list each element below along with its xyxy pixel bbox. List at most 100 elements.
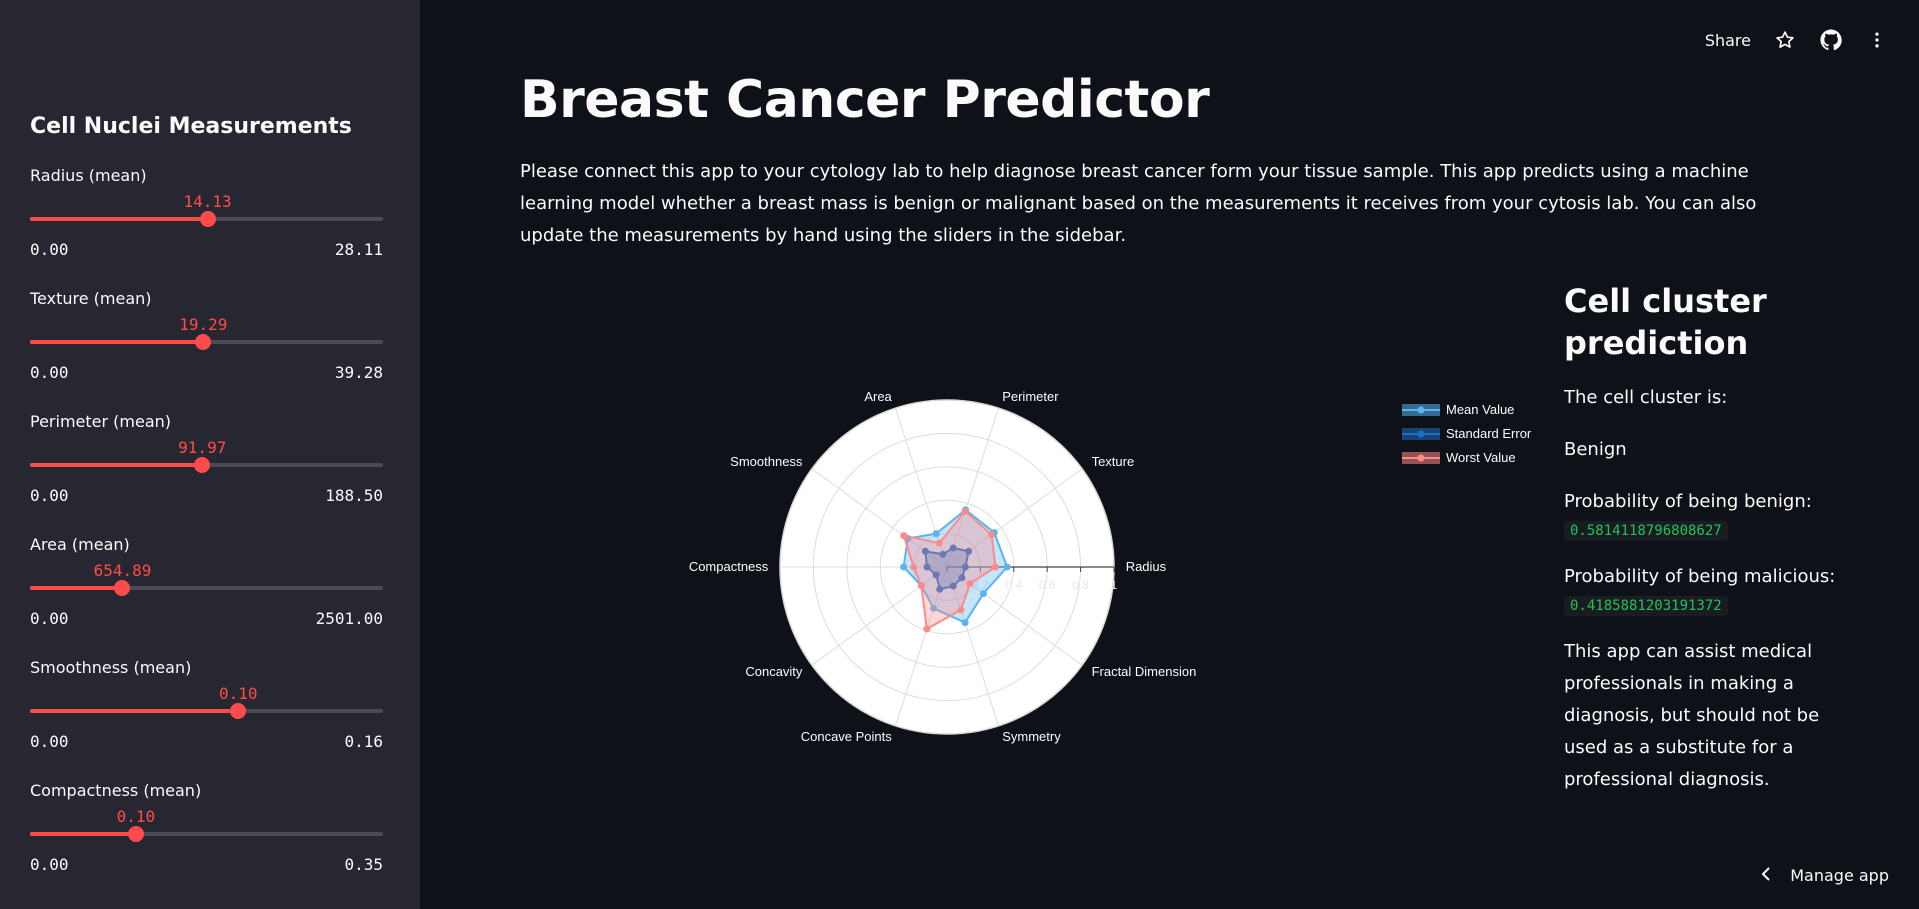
slider-label: Texture (mean) — [30, 289, 152, 308]
slider-label: Compactness (mean) — [30, 781, 202, 800]
legend-marker — [1417, 406, 1425, 414]
radar-chart: 0 0.2 0.4 0.6 0.8 1RadiusTexturePerimeterArea… — [689, 389, 1532, 744]
chevron-left-icon — [1760, 866, 1772, 885]
slider-max: 0.35 — [344, 855, 383, 874]
radar-series-point — [966, 580, 974, 588]
slider-thumb[interactable] — [114, 580, 131, 596]
slider-value: 19.29 — [179, 315, 228, 334]
sidebar: Cell Nuclei Measurements Radius (mean) 14… — [0, 0, 420, 909]
legend-label: Worst Value — [1446, 450, 1516, 465]
slider[interactable]: Perimeter (mean) 91.97 0.00 188.50 — [30, 412, 383, 522]
slider-thumb[interactable] — [199, 211, 216, 227]
manage-app-label: Manage app — [1790, 866, 1889, 885]
prediction-panel: Cell cluster prediction The cell cluster… — [1564, 280, 1844, 796]
slider-track[interactable] — [30, 211, 383, 227]
slider-min: 0.00 — [30, 732, 69, 751]
radar-category-label: Area — [864, 389, 892, 404]
slider-label: Smoothness (mean) — [30, 658, 192, 677]
slider-min: 0.00 — [30, 240, 69, 259]
slider-track[interactable] — [30, 826, 383, 842]
slider-value: 91.97 — [178, 438, 227, 457]
manage-app-button[interactable]: Manage app — [1760, 866, 1889, 885]
radar-series-point — [979, 590, 987, 598]
slider-label: Area (mean) — [30, 535, 130, 554]
radar-series-point — [917, 582, 925, 590]
github-icon[interactable] — [1819, 28, 1843, 52]
benign-probability-value: 0.5814118796808627 — [1564, 521, 1728, 541]
star-icon[interactable] — [1773, 28, 1797, 52]
radar-category-label: Concavity — [745, 664, 803, 679]
legend-marker — [1417, 454, 1425, 462]
radar-series-point — [923, 625, 931, 633]
slider-min: 0.00 — [30, 609, 69, 628]
radar-category-label: Texture — [1092, 454, 1135, 469]
slider-track[interactable] — [30, 703, 383, 719]
slider-min: 0.00 — [30, 363, 69, 382]
radar-category-label: Perimeter — [1002, 389, 1059, 404]
disclaimer-text: This app can assist medical professional… — [1564, 641, 1820, 790]
slider-thumb[interactable] — [194, 457, 211, 473]
slider-value: 0.10 — [219, 684, 258, 703]
share-button[interactable]: Share — [1705, 31, 1751, 50]
malicious-probability-label: Probability of being malicious: — [1564, 566, 1836, 587]
intro-text: Please connect this app to your cytology… — [520, 161, 1757, 246]
slider-label: Perimeter (mean) — [30, 412, 172, 431]
radar-series-point — [910, 563, 918, 571]
slider-value: 654.89 — [93, 561, 152, 580]
radial-tick-label: 0.8 — [1072, 578, 1089, 592]
radar-series-point — [1003, 563, 1011, 571]
legend-marker — [1417, 430, 1425, 438]
page-title: Breast Cancer Predictor — [520, 70, 1210, 130]
radar-category-label: Fractal Dimension — [1092, 664, 1197, 679]
slider[interactable]: Compactness (mean) 0.10 0.00 0.35 — [30, 781, 383, 891]
radial-tick-label: 1 — [1111, 578, 1118, 592]
legend-label: Mean Value — [1446, 402, 1514, 417]
legend-label: Standard Error — [1446, 426, 1532, 441]
slider-track[interactable] — [30, 457, 383, 473]
slider-max: 39.28 — [334, 363, 383, 382]
sidebar-title: Cell Nuclei Measurements — [30, 114, 352, 139]
slider-fill — [30, 340, 204, 344]
slider[interactable]: Texture (mean) 19.29 0.00 39.28 — [30, 289, 383, 399]
slider-min: 0.00 — [30, 486, 69, 505]
slider-track[interactable] — [30, 580, 383, 596]
slider-max: 0.16 — [344, 732, 383, 751]
prediction-heading: Cell cluster prediction — [1564, 282, 1767, 362]
slider-thumb[interactable] — [127, 826, 144, 842]
slider-max: 28.11 — [334, 240, 383, 259]
slider-label: Radius (mean) — [30, 166, 147, 185]
slider-max: 2501.00 — [315, 609, 383, 628]
slider[interactable]: Area (mean) 654.89 0.00 2501.00 — [30, 535, 383, 645]
benign-probability-label: Probability of being benign: — [1564, 491, 1812, 512]
radar-series-point — [900, 563, 908, 571]
header-actions: Share — [1705, 28, 1889, 52]
radial-tick-label: 0.4 — [1005, 578, 1022, 592]
radar-series-point — [988, 531, 996, 539]
slider[interactable]: Smoothness (mean) 0.10 0.00 0.16 — [30, 658, 383, 768]
more-vertical-icon[interactable] — [1865, 28, 1889, 52]
radar-series-point — [935, 539, 943, 547]
radial-tick-label: 0.6 — [1039, 578, 1056, 592]
slider-thumb[interactable] — [195, 334, 212, 350]
slider-value: 14.13 — [183, 192, 232, 211]
slider-max: 188.50 — [325, 486, 383, 505]
radar-series-point — [932, 530, 940, 538]
radar-category-label: Concave Points — [801, 729, 893, 744]
radar-series-point — [961, 507, 969, 515]
slider-thumb[interactable] — [230, 703, 247, 719]
cluster-label: The cell cluster is: — [1564, 387, 1728, 408]
slider-min: 0.00 — [30, 855, 69, 874]
radar-category-label: Smoothness — [730, 454, 803, 469]
cluster-value: Benign — [1564, 439, 1627, 460]
slider-fill — [30, 217, 208, 221]
radar-category-label: Compactness — [689, 559, 769, 574]
slider-track[interactable] — [30, 334, 383, 350]
radar-series-point — [900, 532, 908, 540]
radar-category-label: Symmetry — [1002, 729, 1061, 744]
radar-series-point — [961, 619, 969, 627]
slider[interactable]: Radius (mean) 14.13 0.00 28.11 — [30, 166, 383, 276]
slider-value: 0.10 — [116, 807, 156, 826]
slider-fill — [30, 709, 239, 713]
slider-fill — [30, 586, 123, 590]
malicious-probability-value: 0.4185881203191372 — [1564, 596, 1728, 616]
